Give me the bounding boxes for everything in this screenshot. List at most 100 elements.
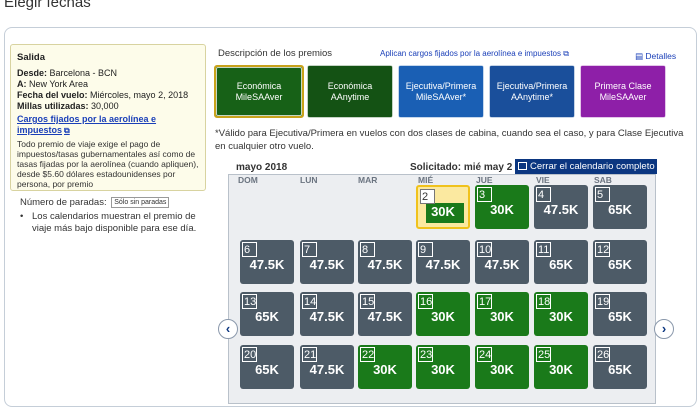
stops-filter: Número de paradas: Sólo sin paradas (20, 197, 170, 208)
award-price: 30K (373, 362, 397, 377)
calendar-day-cell[interactable]: 26 65K (593, 345, 647, 389)
day-number: 6 (242, 242, 257, 257)
day-number: 8 (360, 242, 375, 257)
award-price: 65K (549, 257, 573, 272)
calendar-day-cell[interactable]: 24 30K (475, 345, 529, 389)
award-price: 65K (608, 362, 632, 377)
calendar-day-cell[interactable]: 14 47.5K (300, 292, 354, 336)
fees-link[interactable]: Cargos fijados por la aerolínea e impues… (17, 114, 199, 136)
calendar-icon (518, 162, 527, 170)
day-number: 7 (302, 242, 317, 257)
prev-month-button[interactable]: ‹ (218, 319, 238, 339)
award-price: 47.5K (309, 362, 345, 377)
calendar-day-cell[interactable]: 10 47.5K (475, 240, 529, 284)
calendar-day-cell[interactable]: 11 65K (534, 240, 588, 284)
calendar-day-cell[interactable]: 3 30K (475, 185, 529, 229)
day-number: 16 (418, 294, 433, 309)
day-number: 12 (595, 242, 610, 257)
calendar-day-cell[interactable]: 17 30K (475, 292, 529, 336)
day-number: 17 (477, 294, 492, 309)
award-price: 65K (608, 309, 632, 324)
external-link-icon: ⧉ (563, 49, 569, 58)
calendar-day-cell[interactable]: 23 30K (416, 345, 470, 389)
award-business-aanytime[interactable]: Ejecutiva/Primera AAnytime* (489, 65, 575, 118)
award-price: 47.5K (484, 257, 520, 272)
calendar-day-cell[interactable]: 2 30K (416, 185, 470, 229)
day-number: 10 (477, 242, 492, 257)
calendar-day-cell[interactable]: 20 65K (240, 345, 294, 389)
day-number: 13 (242, 294, 257, 309)
day-of-week-label: SAB (594, 175, 612, 185)
calendar-day-cell[interactable]: 8 47.5K (358, 240, 412, 284)
calendar-day-cell[interactable]: 15 47.5K (358, 292, 412, 336)
bullet-icon: • (20, 211, 24, 222)
award-business-milesaaver[interactable]: Ejecutiva/Primera MileSAAver* (398, 65, 484, 118)
calendar-day-cell[interactable]: 22 30K (358, 345, 412, 389)
day-number: 4 (536, 187, 551, 202)
summary-date: Fecha del vuelo: Miércoles, mayo 2, 2018 (17, 90, 189, 100)
award-first-milesaaver[interactable]: Primera Clase MileSAAver (580, 65, 666, 118)
award-economy-milesaaver[interactable]: Económica MileSAAver (214, 65, 304, 118)
award-price: 30K (431, 362, 455, 377)
apply-fees-link[interactable]: Aplican cargos fijados por la aerolínea … (380, 49, 569, 59)
award-price: 65K (608, 257, 632, 272)
award-price: 65K (255, 362, 279, 377)
calendar-day-cell[interactable]: 25 30K (534, 345, 588, 389)
award-price: 47.5K (367, 309, 403, 324)
award-price: 47.5K (367, 257, 403, 272)
day-number: 9 (418, 242, 433, 257)
day-number: 26 (595, 347, 610, 362)
calendar-month: mayo 2018 (236, 162, 288, 173)
award-economy-aanytime[interactable]: Económica AAnytime (307, 65, 393, 118)
summary-heading: Salida (17, 52, 45, 63)
award-price: 30K (490, 202, 514, 217)
page-title: Elegir fechas (4, 0, 91, 11)
calendar-day-cell[interactable]: 21 47.5K (300, 345, 354, 389)
award-price: 47.5K (309, 257, 345, 272)
award-price: 47.5K (249, 257, 285, 272)
stops-label: Número de paradas: (20, 197, 107, 208)
day-of-week-label: MIÉ (418, 175, 434, 185)
day-number: 19 (595, 294, 610, 309)
calendar-day-cell[interactable]: 19 65K (593, 292, 647, 336)
fees-note: Todo premio de viaje exige el pago de im… (17, 139, 199, 189)
next-month-button[interactable]: › (654, 319, 674, 339)
chevron-left-icon: ‹ (225, 321, 231, 336)
calendar-day-cell[interactable]: 13 65K (240, 292, 294, 336)
day-of-week-label: LUN (300, 175, 318, 185)
award-price: 30K (549, 309, 573, 324)
award-price: 47.5K (425, 257, 461, 272)
summary-miles: Millas utilizadas: 30,000 (17, 101, 119, 111)
calendar-info: • Los calendarios muestran el premio de … (20, 211, 197, 234)
calendar-day-cell[interactable]: 4 47.5K (534, 185, 588, 229)
award-price: 47.5K (309, 309, 345, 324)
day-number: 15 (360, 294, 375, 309)
award-price: 30K (431, 309, 455, 324)
calendar-day-cell[interactable]: 18 30K (534, 292, 588, 336)
calendar-day-cell[interactable]: 16 30K (416, 292, 470, 336)
calendar-day-cell[interactable]: 6 47.5K (240, 240, 294, 284)
calendar-day-cell[interactable]: 7 47.5K (300, 240, 354, 284)
day-number: 22 (360, 347, 375, 362)
award-price: 47.5K (543, 202, 579, 217)
calendar-day-cell[interactable]: 9 47.5K (416, 240, 470, 284)
day-number: 3 (477, 187, 492, 202)
award-price: 30K (431, 204, 455, 219)
summary-to: A: New York Area (17, 79, 89, 89)
day-number: 24 (477, 347, 492, 362)
award-price: 65K (255, 309, 279, 324)
day-of-week-label: VIE (536, 175, 550, 185)
close-calendar-button[interactable]: Cerrar el calendario completo (515, 159, 657, 174)
day-number: 23 (418, 347, 433, 362)
award-price: 30K (549, 362, 573, 377)
day-number: 5 (595, 187, 610, 202)
details-link[interactable]: ▤ Detalles (635, 51, 676, 62)
day-number: 20 (242, 347, 257, 362)
day-number: 25 (536, 347, 551, 362)
awards-title: Descripción de los premios (218, 48, 333, 59)
stops-select[interactable]: Sólo sin paradas (111, 197, 170, 208)
day-number: 2 (420, 189, 435, 204)
calendar-day-cell[interactable]: 12 65K (593, 240, 647, 284)
calendar-day-cell[interactable]: 5 65K (593, 185, 647, 229)
award-price: 30K (490, 309, 514, 324)
